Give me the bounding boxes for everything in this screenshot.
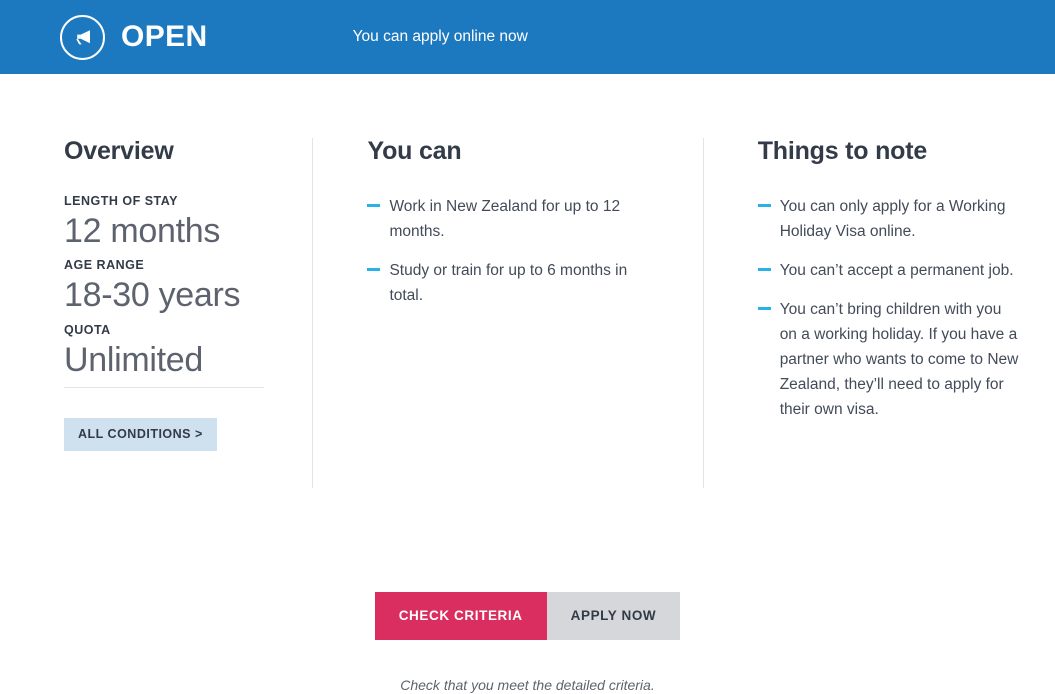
apply-now-button[interactable]: APPLY NOW (546, 592, 681, 640)
you-can-column: You can Work in New Zealand for up to 12… (313, 137, 702, 488)
list-item: You can’t bring children with you on a w… (757, 297, 1019, 422)
fact-value: 12 months (64, 211, 221, 250)
megaphone-icon (60, 14, 105, 60)
fact-quota: QUOTA Unlimited (64, 322, 272, 388)
dash-icon (757, 194, 780, 219)
dash-icon (757, 258, 780, 283)
list-item: You can’t accept a permanent job. (757, 258, 1019, 283)
fact-label: LENGTH OF STAY (64, 193, 178, 208)
dash-icon (757, 297, 780, 322)
fact-age-range: AGE RANGE 18-30 years (64, 258, 272, 317)
overview-rule (64, 387, 264, 388)
list-item-text: You can’t bring children with you on a w… (779, 300, 1019, 418)
list-item: Study or train for up to 6 months in tot… (367, 258, 662, 308)
things-to-note-list: You can only apply for a Working Holiday… (757, 194, 1019, 422)
all-conditions-button[interactable]: ALL CONDITIONS > (64, 418, 217, 451)
actions-section: CHECK CRITERIA APPLY NOW Check that you … (0, 592, 1055, 694)
things-to-note-column: Things to note You can only apply for a … (704, 137, 1055, 488)
dash-icon (367, 258, 389, 283)
list-item-text: You can only apply for a Working Holiday… (779, 197, 1006, 240)
you-can-title: You can (367, 137, 462, 165)
check-criteria-button[interactable]: CHECK CRITERIA (374, 592, 547, 640)
action-button-row: CHECK CRITERIA APPLY NOW (374, 592, 681, 640)
list-item-text: Study or train for up to 6 months in tot… (389, 261, 628, 304)
dash-icon (367, 194, 389, 219)
status-label: OPEN (121, 20, 208, 53)
list-item-text: You can’t accept a permanent job. (779, 261, 1014, 279)
list-item: You can only apply for a Working Holiday… (757, 194, 1019, 244)
fact-value: 18-30 years (64, 276, 241, 314)
status-banner: OPEN You can apply online now (0, 0, 1055, 74)
fact-length-of-stay: LENGTH OF STAY 12 months (64, 194, 272, 253)
you-can-list: Work in New Zealand for up to 12 months.… (367, 194, 662, 308)
list-item: Work in New Zealand for up to 12 months. (367, 194, 662, 244)
things-to-note-title: Things to note (757, 137, 928, 165)
status-note: You can apply online now (352, 28, 528, 46)
actions-caption: Check that you meet the detailed criteri… (400, 676, 655, 693)
fact-label: QUOTA (64, 322, 111, 337)
info-columns: Overview LENGTH OF STAY 12 months AGE RA… (0, 74, 1055, 488)
list-item-text: Work in New Zealand for up to 12 months. (389, 197, 621, 240)
overview-title: Overview (64, 137, 174, 165)
overview-column: Overview LENGTH OF STAY 12 months AGE RA… (0, 137, 312, 488)
fact-label: AGE RANGE (64, 258, 145, 272)
fact-value: Unlimited (64, 340, 204, 379)
